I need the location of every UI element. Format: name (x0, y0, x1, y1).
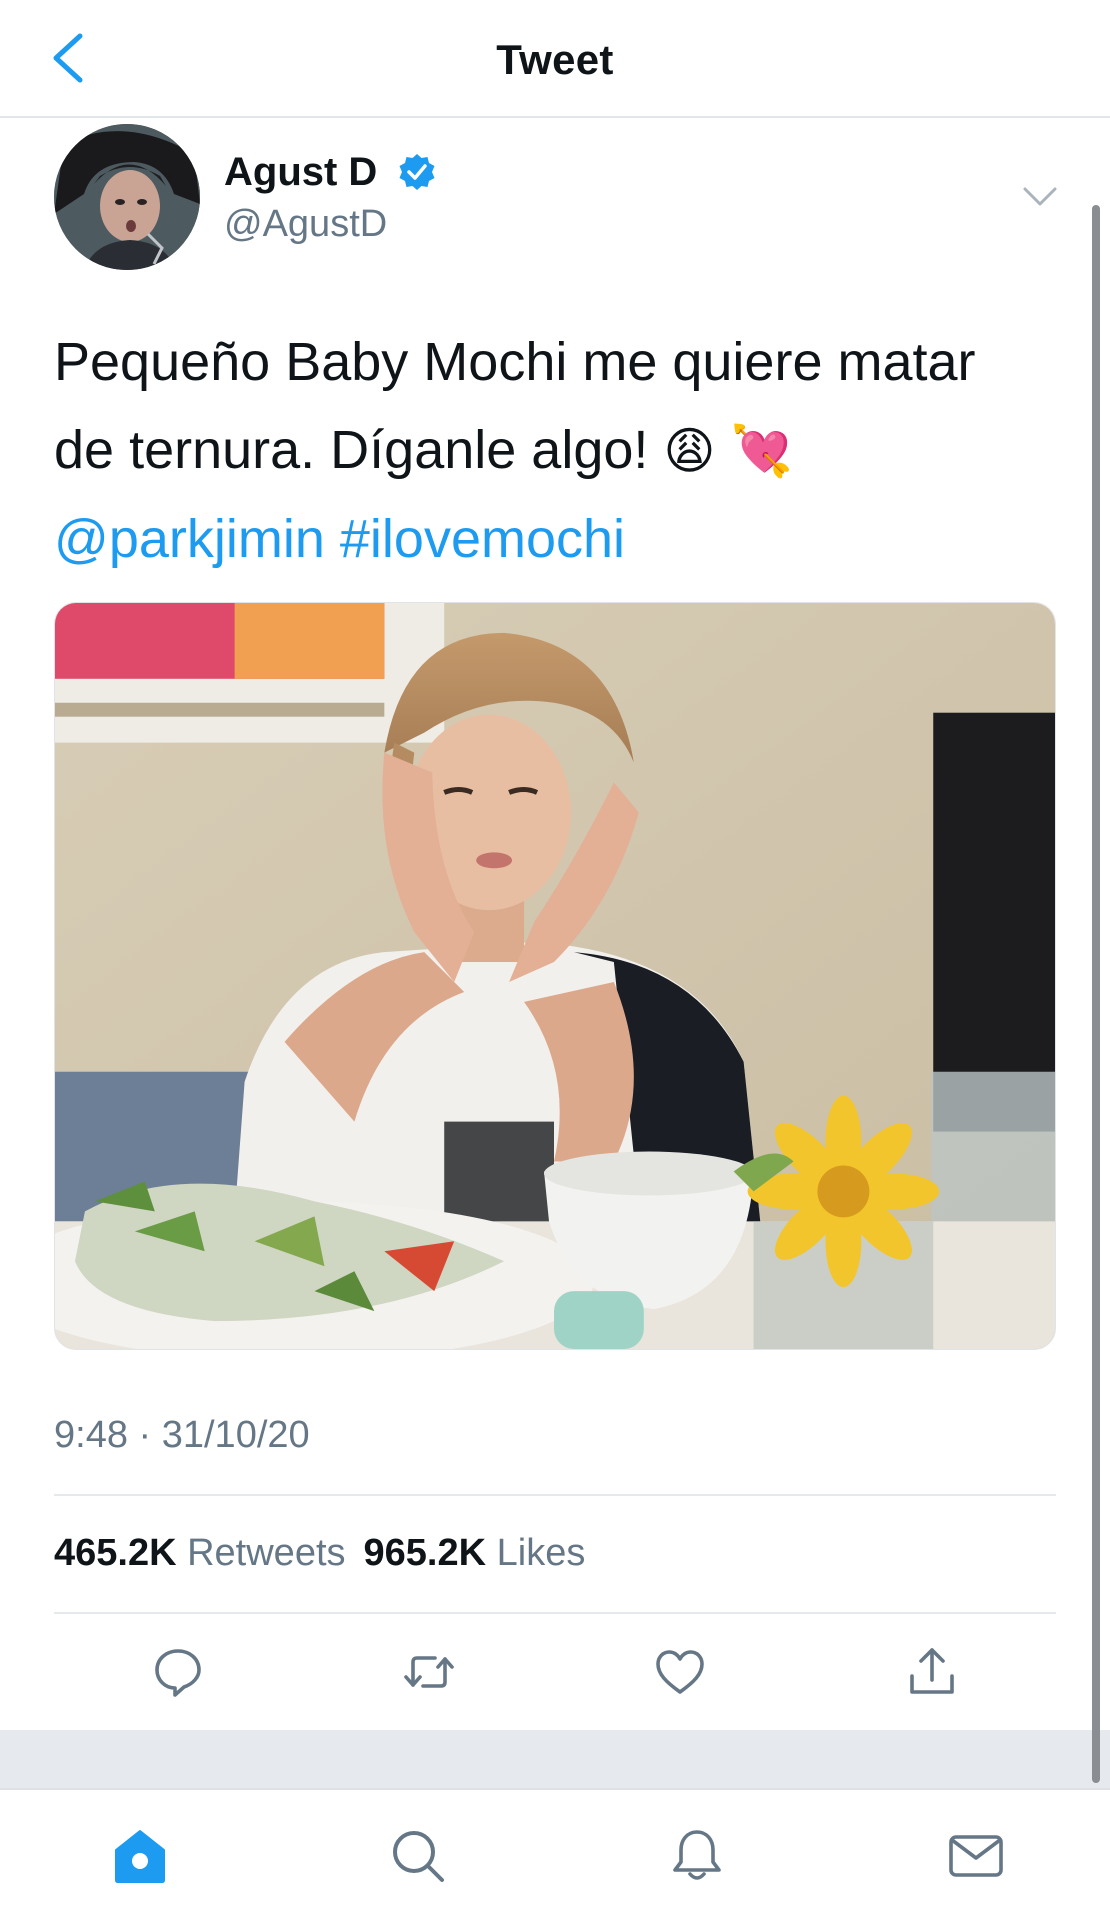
reply-button[interactable] (150, 1644, 206, 1700)
avatar[interactable] (54, 124, 200, 270)
weary-face-emoji: 😩 (663, 422, 716, 480)
home-icon (115, 1830, 165, 1883)
share-button[interactable] (904, 1644, 960, 1700)
like-icon (656, 1650, 704, 1694)
messages-icon (949, 1835, 1003, 1877)
mention-link[interactable]: @parkjimin (54, 509, 325, 569)
scrollbar[interactable] (1092, 205, 1100, 1783)
likes-stat[interactable]: 965.2K Likes (364, 1532, 586, 1574)
like-button[interactable] (652, 1644, 708, 1700)
more-options-button[interactable] (1022, 186, 1058, 208)
retweet-icon (404, 1656, 454, 1688)
heart-arrow-emoji: 💘 (730, 422, 793, 480)
tab-search[interactable] (388, 1826, 448, 1886)
divider (54, 1612, 1056, 1614)
page-title: Tweet (496, 36, 614, 83)
hashtag-link[interactable]: #ilovemochi (340, 509, 625, 569)
section-separator (0, 1730, 1110, 1788)
reply-icon (155, 1649, 201, 1697)
likes-count: 965.2K (363, 1532, 487, 1574)
tweet-links-line: @parkjimin #ilovemochi (54, 495, 1064, 583)
retweets-label: Retweets (187, 1532, 346, 1574)
retweets-stat[interactable]: 465.2K Retweets (54, 1532, 346, 1574)
tweet-text-segment: de ternura. Díganle algo! (54, 420, 649, 480)
retweets-count: 465.2K (54, 1532, 177, 1574)
likes-label: Likes (496, 1532, 586, 1574)
bottom-tab-bar (0, 1788, 1110, 1920)
tweet-text: Pequeño Baby Mochi me quiere matar de te… (54, 318, 1064, 583)
top-nav-bar: Tweet (0, 0, 1110, 118)
chevron-down-icon (1023, 187, 1057, 206)
retweet-button[interactable] (401, 1644, 457, 1700)
tweet-detail-screen: Tweet Agust D @AgustD Pequeño Baby Mochi… (0, 0, 1110, 1920)
tweet-timestamp: 9:48 · 31/10/20 (54, 1414, 310, 1456)
user-handle[interactable]: @AgustD (224, 203, 387, 246)
search-icon (393, 1831, 444, 1882)
tab-notifications[interactable] (667, 1826, 727, 1886)
tweet-stats: 465.2K Retweets 965.2K Likes (54, 1532, 585, 1575)
notifications-icon (673, 1830, 721, 1880)
share-icon (910, 1648, 954, 1694)
verified-badge-icon (397, 152, 437, 192)
divider (54, 1494, 1056, 1496)
display-name[interactable]: Agust D (224, 150, 377, 195)
tweet-text-line: de ternura. Díganle algo! 😩 💘 (54, 406, 1064, 495)
tab-messages[interactable] (946, 1826, 1006, 1886)
tab-home[interactable] (110, 1826, 170, 1886)
tweet-text-line: Pequeño Baby Mochi me quiere matar (54, 332, 976, 392)
tweet-photo[interactable] (54, 602, 1056, 1350)
